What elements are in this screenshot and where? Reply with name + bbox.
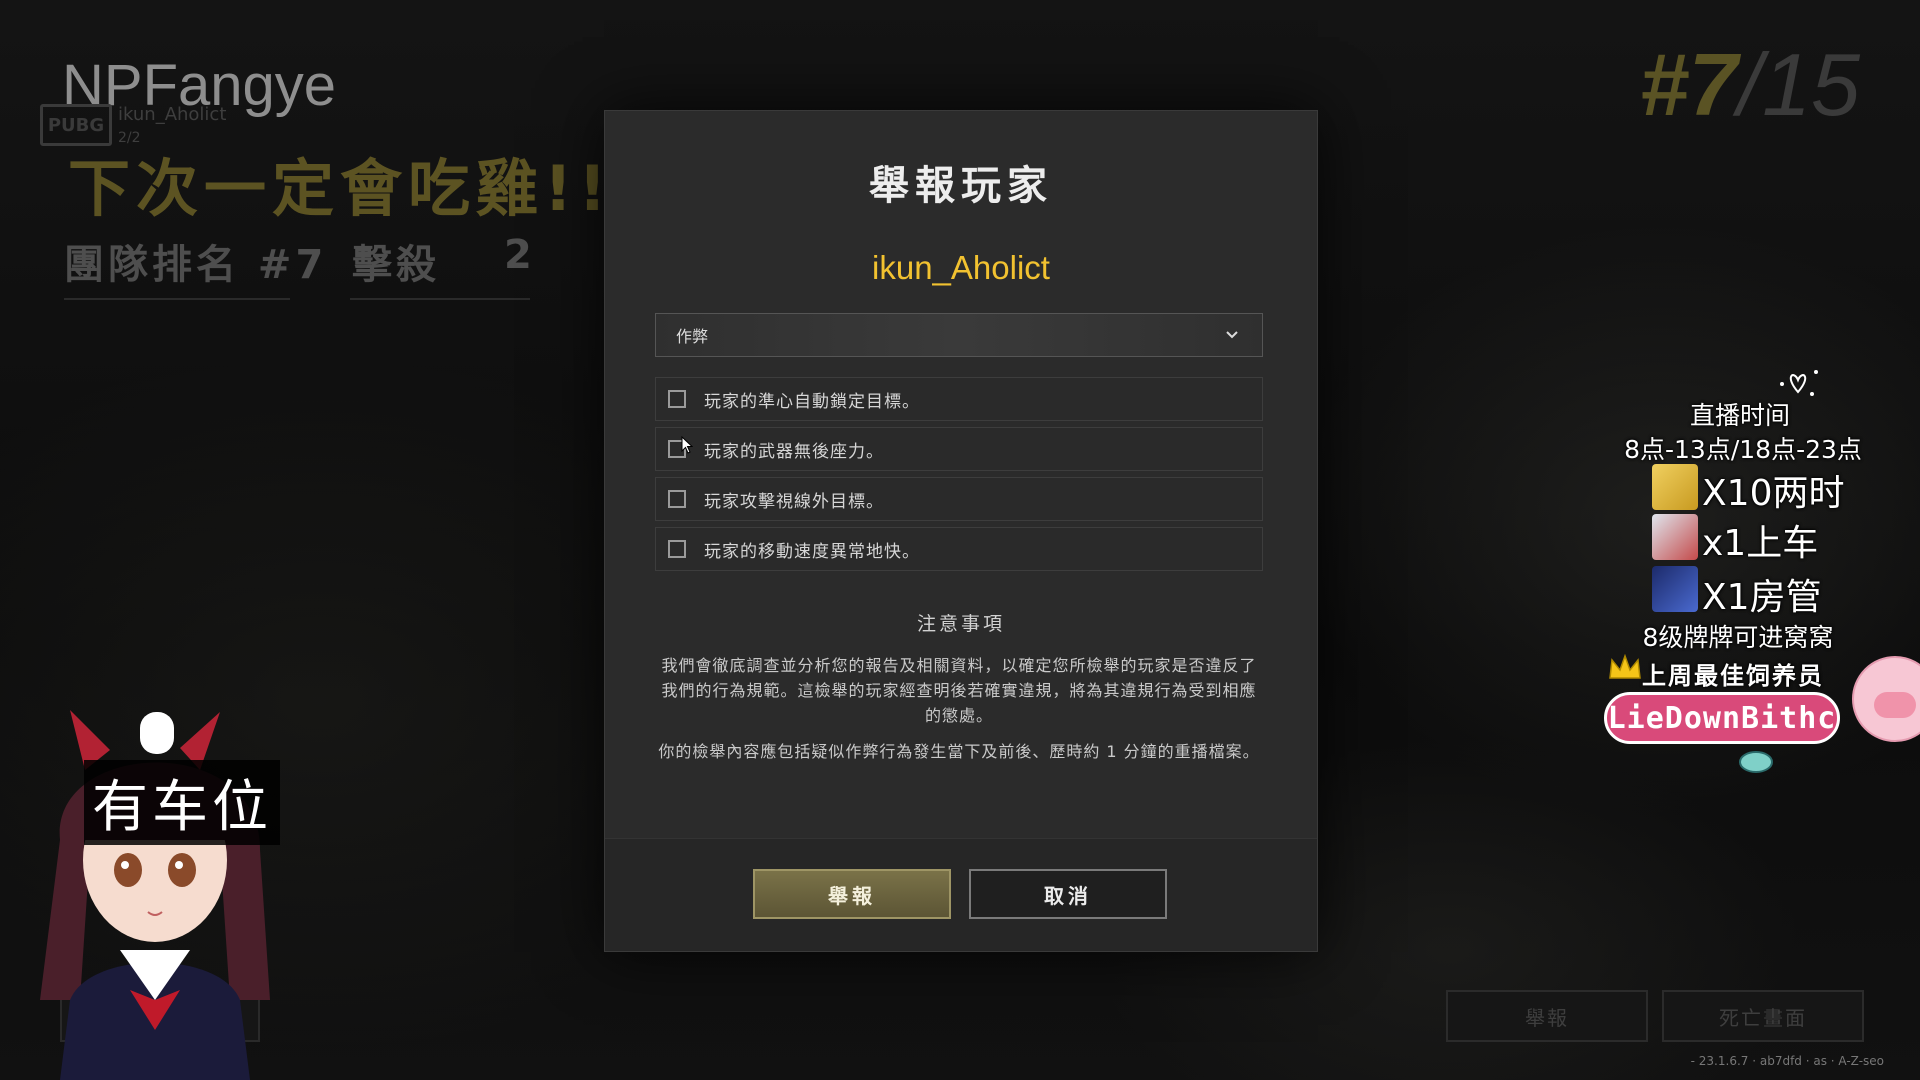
plane-gift-icon: [1652, 514, 1698, 560]
notice-paragraph: 你的檢舉內容應包括疑似作弊行為發生當下及前後、歷時約 1 分鐘的重播檔案。: [658, 742, 1260, 761]
teammate-name: ikun_Aholict: [118, 104, 227, 125]
fan-level-note: 8级牌牌可进窝窝: [1642, 623, 1834, 652]
fish-sticker-icon: [1739, 751, 1773, 773]
kills-value: 2: [504, 232, 536, 278]
rocket-gift-icon: [1652, 566, 1698, 612]
bg-report-button[interactable]: 舉報: [1446, 990, 1648, 1042]
dropdown-selected-value: 作弊: [676, 327, 709, 346]
reported-player-name: ikun_Aholict: [872, 249, 1050, 286]
report-reason-dropdown[interactable]: 作弊: [655, 313, 1263, 357]
gift-tier-1: X10两时: [1702, 473, 1845, 514]
checkbox[interactable]: [668, 390, 686, 408]
rank-display: #7/15: [1640, 34, 1860, 136]
rank-number: #7: [1639, 35, 1738, 134]
divider: [64, 298, 290, 300]
report-player-dialog: 舉報玩家 ikun_Aholict 作弊 玩家的準心自動鎖定目標。 玩家的武器無…: [604, 110, 1318, 952]
dialog-footer: 舉報 取消: [605, 838, 1317, 951]
report-option-aimbot[interactable]: 玩家的準心自動鎖定目標。: [655, 377, 1263, 421]
best-feeder-name-badge: LieDownBithc: [1604, 692, 1840, 744]
cancel-button[interactable]: 取消: [969, 869, 1167, 919]
mouse-cursor-icon: [681, 436, 693, 454]
crown-icon: [1609, 654, 1641, 679]
kills-label: 擊殺: [352, 242, 440, 288]
team-rank-label: 團隊排名 #7: [64, 242, 328, 288]
pig-snout: [1874, 692, 1916, 718]
ticket-gift-icon: [1652, 464, 1698, 510]
report-option-speed-hack[interactable]: 玩家的移動速度異常地快。: [655, 527, 1263, 571]
rank-total: /15: [1737, 35, 1860, 134]
notice-paragraph: 我們會徹底調查並分析您的報告及相關資料，以確定您所檢舉的玩家是否違反了我們的行為…: [661, 656, 1257, 725]
report-button[interactable]: 舉報: [753, 869, 951, 919]
checkbox[interactable]: [668, 490, 686, 508]
schedule-hours: 8点-13点/18点-23点: [1624, 435, 1862, 464]
checkbox[interactable]: [668, 540, 686, 558]
vtuber-avatar: [40, 710, 270, 1080]
gift-tier-3: X1房管: [1702, 577, 1822, 618]
notice-title: 注意事項: [916, 613, 1005, 635]
divider: [350, 298, 530, 300]
best-feeder-label: 上周最佳饲养员: [1642, 662, 1824, 690]
option-label: 玩家攻擊視線外目標。: [704, 491, 884, 512]
report-option-wallhack[interactable]: 玩家攻擊視線外目標。: [655, 477, 1263, 521]
vtuber-caption: 有车位: [84, 760, 280, 845]
option-label: 玩家的移動速度異常地快。: [704, 541, 920, 562]
thought-bubble-icon: [140, 712, 174, 754]
dialog-title: 舉報玩家: [869, 163, 1053, 209]
version-text: - 23.1.6.7 · ab7dfd · as · A-Z-seo: [1690, 1054, 1884, 1068]
chevron-down-icon: [1226, 331, 1238, 339]
option-label: 玩家的準心自動鎖定目標。: [704, 391, 920, 412]
option-label: 玩家的武器無後座力。: [704, 441, 884, 462]
gift-tier-2: x1上车: [1702, 523, 1819, 564]
death-cam-button[interactable]: 死亡畫面: [1662, 990, 1864, 1042]
result-headline: 下次一定會吃雞!!: [68, 152, 613, 225]
schedule-title: 直播时间: [1689, 401, 1790, 430]
report-option-no-recoil[interactable]: 玩家的武器無後座力。: [655, 427, 1263, 471]
